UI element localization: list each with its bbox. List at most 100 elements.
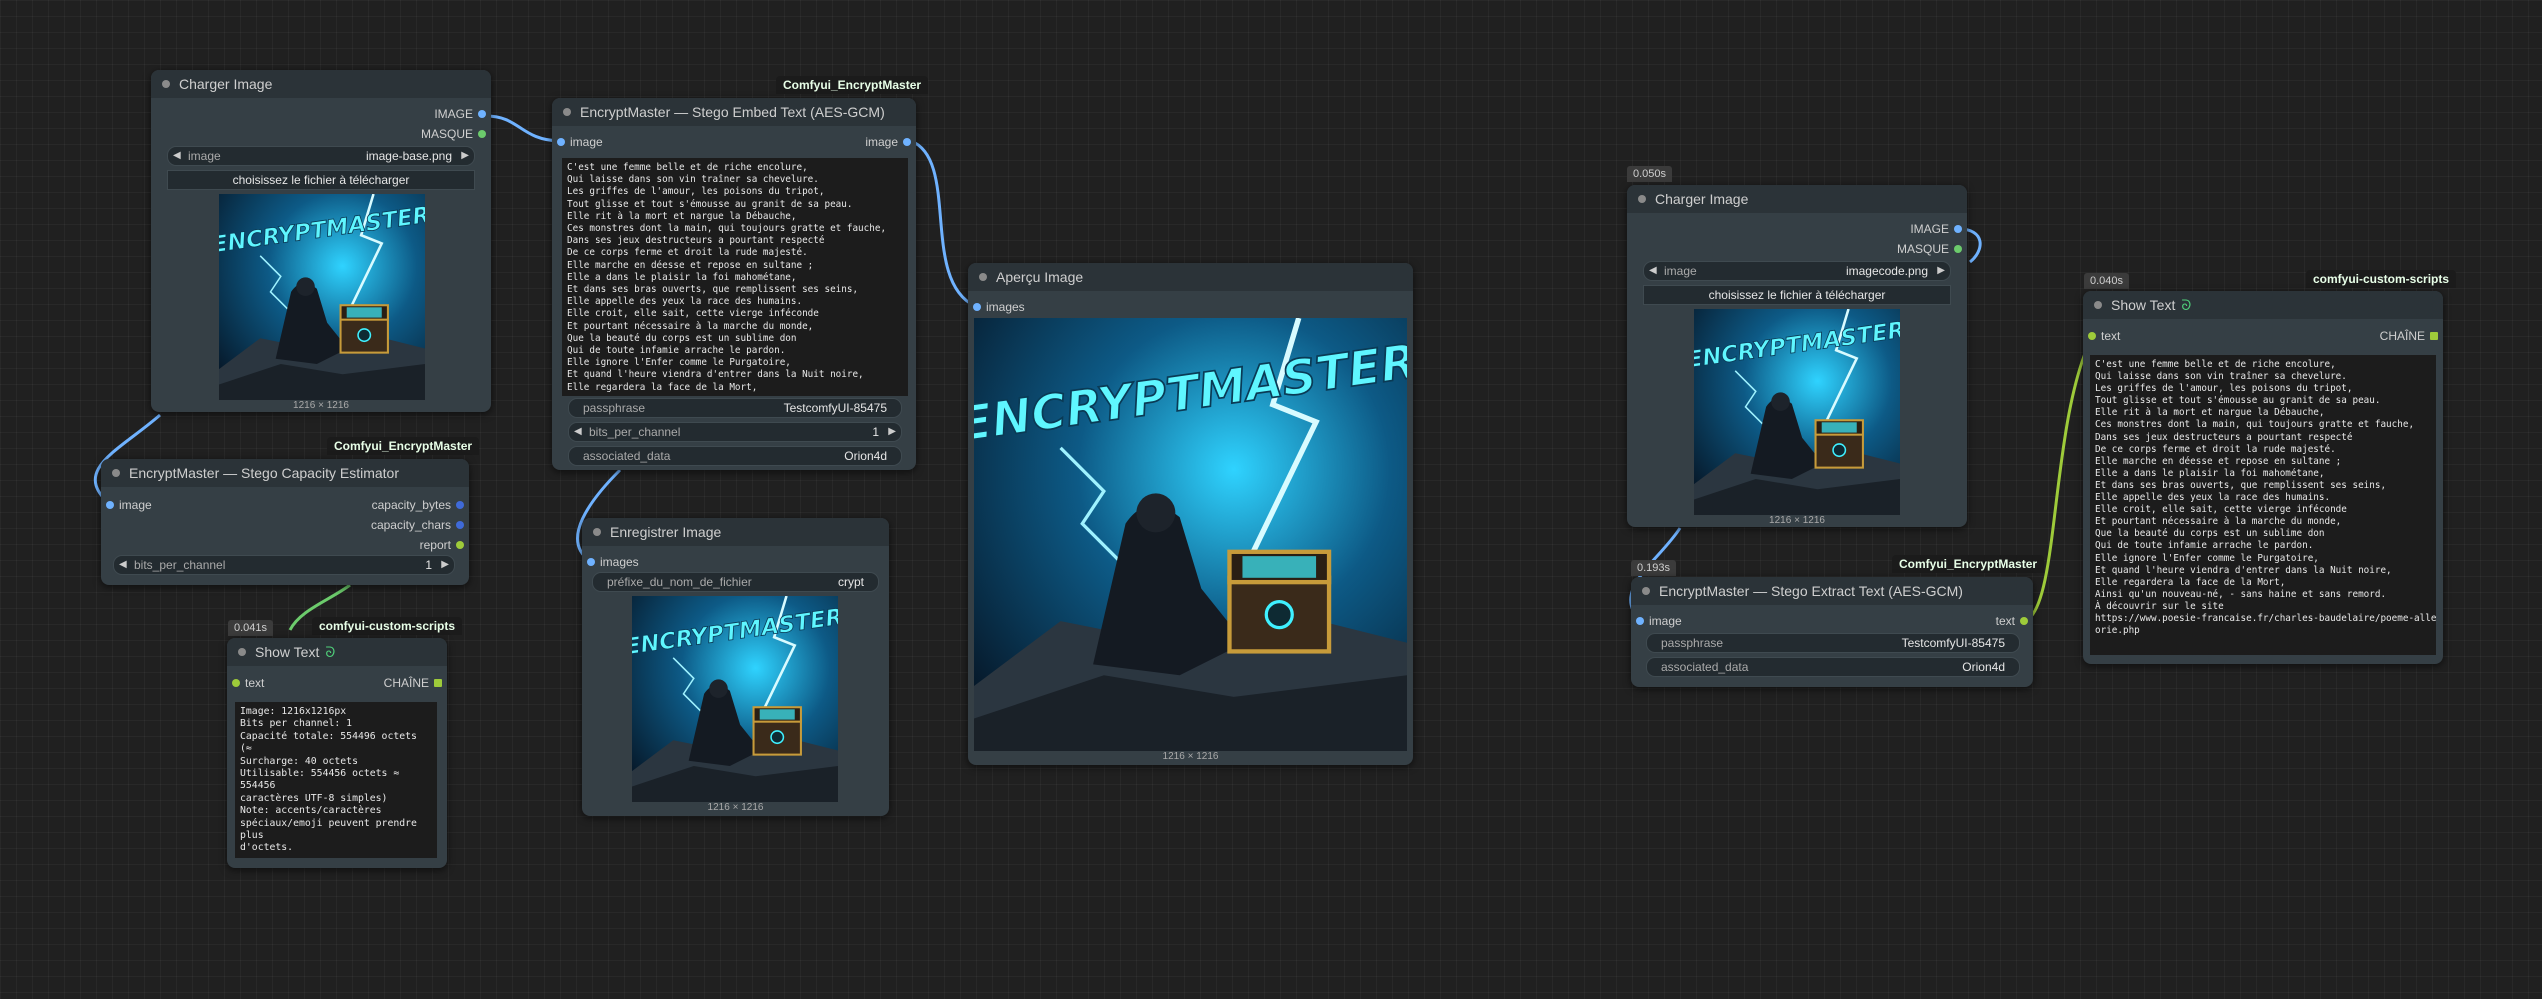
collapse-dot-icon[interactable] xyxy=(1642,587,1650,595)
port-dot-icon[interactable] xyxy=(2020,617,2028,625)
input-images[interactable]: images xyxy=(968,299,1025,315)
node-title-bar[interactable]: Show Text ᘐ xyxy=(2083,291,2443,319)
collapse-dot-icon[interactable] xyxy=(563,108,571,116)
input-image[interactable]: image xyxy=(1631,613,1682,629)
input-text[interactable]: text xyxy=(227,675,264,691)
show-text-node-2[interactable]: Show Text ᘐ text CHAÎNE C'est une femme b… xyxy=(2083,291,2443,664)
artwork-thumbnail: ENCRYPTMASTER xyxy=(1694,309,1900,515)
load-image-node-1[interactable]: Charger Image IMAGE MASQUE ◀ image image-b… xyxy=(151,70,491,412)
stego-capacity-node[interactable]: EncryptMaster — Stego Capacity Estimator… xyxy=(101,459,469,585)
output-image[interactable]: IMAGE xyxy=(434,106,491,122)
stego-embed-node[interactable]: EncryptMaster — Stego Embed Text (AES-GC… xyxy=(552,98,916,470)
widget-label: image xyxy=(188,149,221,163)
node-title: Aperçu Image xyxy=(996,269,1084,285)
collapse-dot-icon[interactable] xyxy=(593,528,601,536)
port-dot-icon[interactable] xyxy=(478,130,486,138)
input-text[interactable]: text xyxy=(2083,328,2120,344)
image-preview: ENCRYPTMASTER xyxy=(219,194,425,400)
artwork-svg: ENCRYPTMASTER xyxy=(219,194,425,400)
save-image-node[interactable]: Enregistrer Image images préfixe_du_nom_… xyxy=(582,518,889,816)
port-label: text xyxy=(245,676,265,690)
output-image[interactable]: IMAGE xyxy=(1910,221,1967,237)
filename-prefix-field[interactable]: préfixe_du_nom_de_fichier crypt xyxy=(592,572,879,592)
port-dot-icon[interactable] xyxy=(903,138,911,146)
node-title-bar[interactable]: Aperçu Image xyxy=(968,263,1413,291)
output-report[interactable]: report xyxy=(420,537,469,553)
collapse-dot-icon[interactable] xyxy=(2094,301,2102,309)
upload-button[interactable]: choisissez le fichier à télécharger xyxy=(167,170,475,190)
collapse-dot-icon[interactable] xyxy=(112,469,120,477)
port-dot-icon[interactable] xyxy=(106,501,114,509)
port-dot-icon[interactable] xyxy=(587,558,595,566)
upload-button[interactable]: choisissez le fichier à télécharger xyxy=(1643,285,1951,305)
load-image-node-2[interactable]: Charger Image IMAGE MASQUE ◀ image imageco… xyxy=(1627,185,1967,527)
port-dot-icon[interactable] xyxy=(456,541,464,549)
associated-data-field[interactable]: associated_data Orion4d xyxy=(1646,657,2020,677)
output-image[interactable]: image xyxy=(865,134,916,150)
list-icon[interactable] xyxy=(2430,332,2438,340)
output-chain[interactable]: CHAÎNE xyxy=(2380,328,2443,344)
passphrase-field[interactable]: passphrase TestcomfyUI-85475 xyxy=(1646,633,2020,653)
port-dot-icon[interactable] xyxy=(478,110,486,118)
node-title-bar[interactable]: Show Text ᘐ xyxy=(227,638,447,666)
arrow-left-icon[interactable]: ◀ xyxy=(1649,262,1657,280)
port-label: image xyxy=(119,498,152,512)
node-title-bar[interactable]: EncryptMaster — Stego Embed Text (AES-GC… xyxy=(552,98,916,126)
input-image[interactable]: image xyxy=(552,134,603,150)
arrow-left-icon[interactable]: ◀ xyxy=(574,423,582,441)
arrow-right-icon[interactable]: ▶ xyxy=(441,556,449,574)
image-combo[interactable]: ◀ image imagecode.png ▶ xyxy=(1643,261,1951,281)
port-label: image xyxy=(865,135,898,149)
widget-value: Orion4d xyxy=(1962,660,2005,674)
widget-label: bits_per_channel xyxy=(589,425,681,439)
arrow-right-icon[interactable]: ▶ xyxy=(461,147,469,165)
arrow-right-icon[interactable]: ▶ xyxy=(1937,262,1945,280)
passphrase-field[interactable]: passphrase TestcomfyUI-85475 xyxy=(568,398,902,418)
execution-timer: 0.040s xyxy=(2084,273,2130,289)
text-input[interactable]: C'est une femme belle et de riche encolu… xyxy=(562,158,908,396)
port-dot-icon[interactable] xyxy=(557,138,565,146)
port-dot-icon[interactable] xyxy=(1954,245,1962,253)
output-mask[interactable]: MASQUE xyxy=(421,126,491,142)
associated-data-field[interactable]: associated_data Orion4d xyxy=(568,446,902,466)
port-dot-icon[interactable] xyxy=(1954,225,1962,233)
node-title-bar[interactable]: Enregistrer Image xyxy=(582,518,889,546)
image-dimensions: 1216 × 1216 xyxy=(1162,751,1219,762)
arrow-left-icon[interactable]: ◀ xyxy=(173,147,181,165)
port-dot-icon[interactable] xyxy=(456,521,464,529)
input-images[interactable]: images xyxy=(582,554,639,570)
port-dot-icon[interactable] xyxy=(2088,332,2096,340)
output-chain[interactable]: CHAÎNE xyxy=(384,675,447,691)
stego-extract-node[interactable]: EncryptMaster — Stego Extract Text (AES-… xyxy=(1631,577,2033,687)
node-title: EncryptMaster — Stego Capacity Estimator xyxy=(129,465,399,481)
bits-per-channel-stepper[interactable]: ◀ bits_per_channel 1 ▶ xyxy=(568,422,902,442)
node-title-bar[interactable]: Charger Image xyxy=(1627,185,1967,213)
node-title-bar[interactable]: EncryptMaster — Stego Extract Text (AES-… xyxy=(1631,577,2033,605)
node-title-bar[interactable]: Charger Image xyxy=(151,70,491,98)
preview-image-node[interactable]: Aperçu Image images ENCRYPTMASTER 1216 ×… xyxy=(968,263,1413,765)
input-image[interactable]: image xyxy=(101,497,152,513)
image-combo[interactable]: ◀ image image-base.png ▶ xyxy=(167,146,475,166)
output-text[interactable]: text xyxy=(1996,613,2033,629)
collapse-dot-icon[interactable] xyxy=(979,273,987,281)
output-capacity-bytes[interactable]: capacity_bytes xyxy=(372,497,469,513)
port-dot-icon[interactable] xyxy=(232,679,240,687)
port-dot-icon[interactable] xyxy=(973,303,981,311)
arrow-right-icon[interactable]: ▶ xyxy=(888,423,896,441)
collapse-dot-icon[interactable] xyxy=(162,80,170,88)
text-output[interactable]: C'est une femme belle et de riche encolu… xyxy=(2090,355,2436,655)
list-icon[interactable] xyxy=(434,679,442,687)
output-mask[interactable]: MASQUE xyxy=(1897,241,1967,257)
show-text-node-1[interactable]: Show Text ᘐ text CHAÎNE Image: 1216x1216p… xyxy=(227,638,447,868)
widget-value: 1 xyxy=(425,558,432,572)
port-dot-icon[interactable] xyxy=(1636,617,1644,625)
node-title-bar[interactable]: EncryptMaster — Stego Capacity Estimator xyxy=(101,459,469,487)
output-capacity-chars[interactable]: capacity_chars xyxy=(371,517,469,533)
port-label: IMAGE xyxy=(1910,222,1949,236)
collapse-dot-icon[interactable] xyxy=(1638,195,1646,203)
bits-per-channel-stepper[interactable]: ◀ bits_per_channel 1 ▶ xyxy=(113,555,455,575)
text-output[interactable]: Image: 1216x1216px Bits per channel: 1 C… xyxy=(235,702,437,858)
port-dot-icon[interactable] xyxy=(456,501,464,509)
collapse-dot-icon[interactable] xyxy=(238,648,246,656)
arrow-left-icon[interactable]: ◀ xyxy=(119,556,127,574)
